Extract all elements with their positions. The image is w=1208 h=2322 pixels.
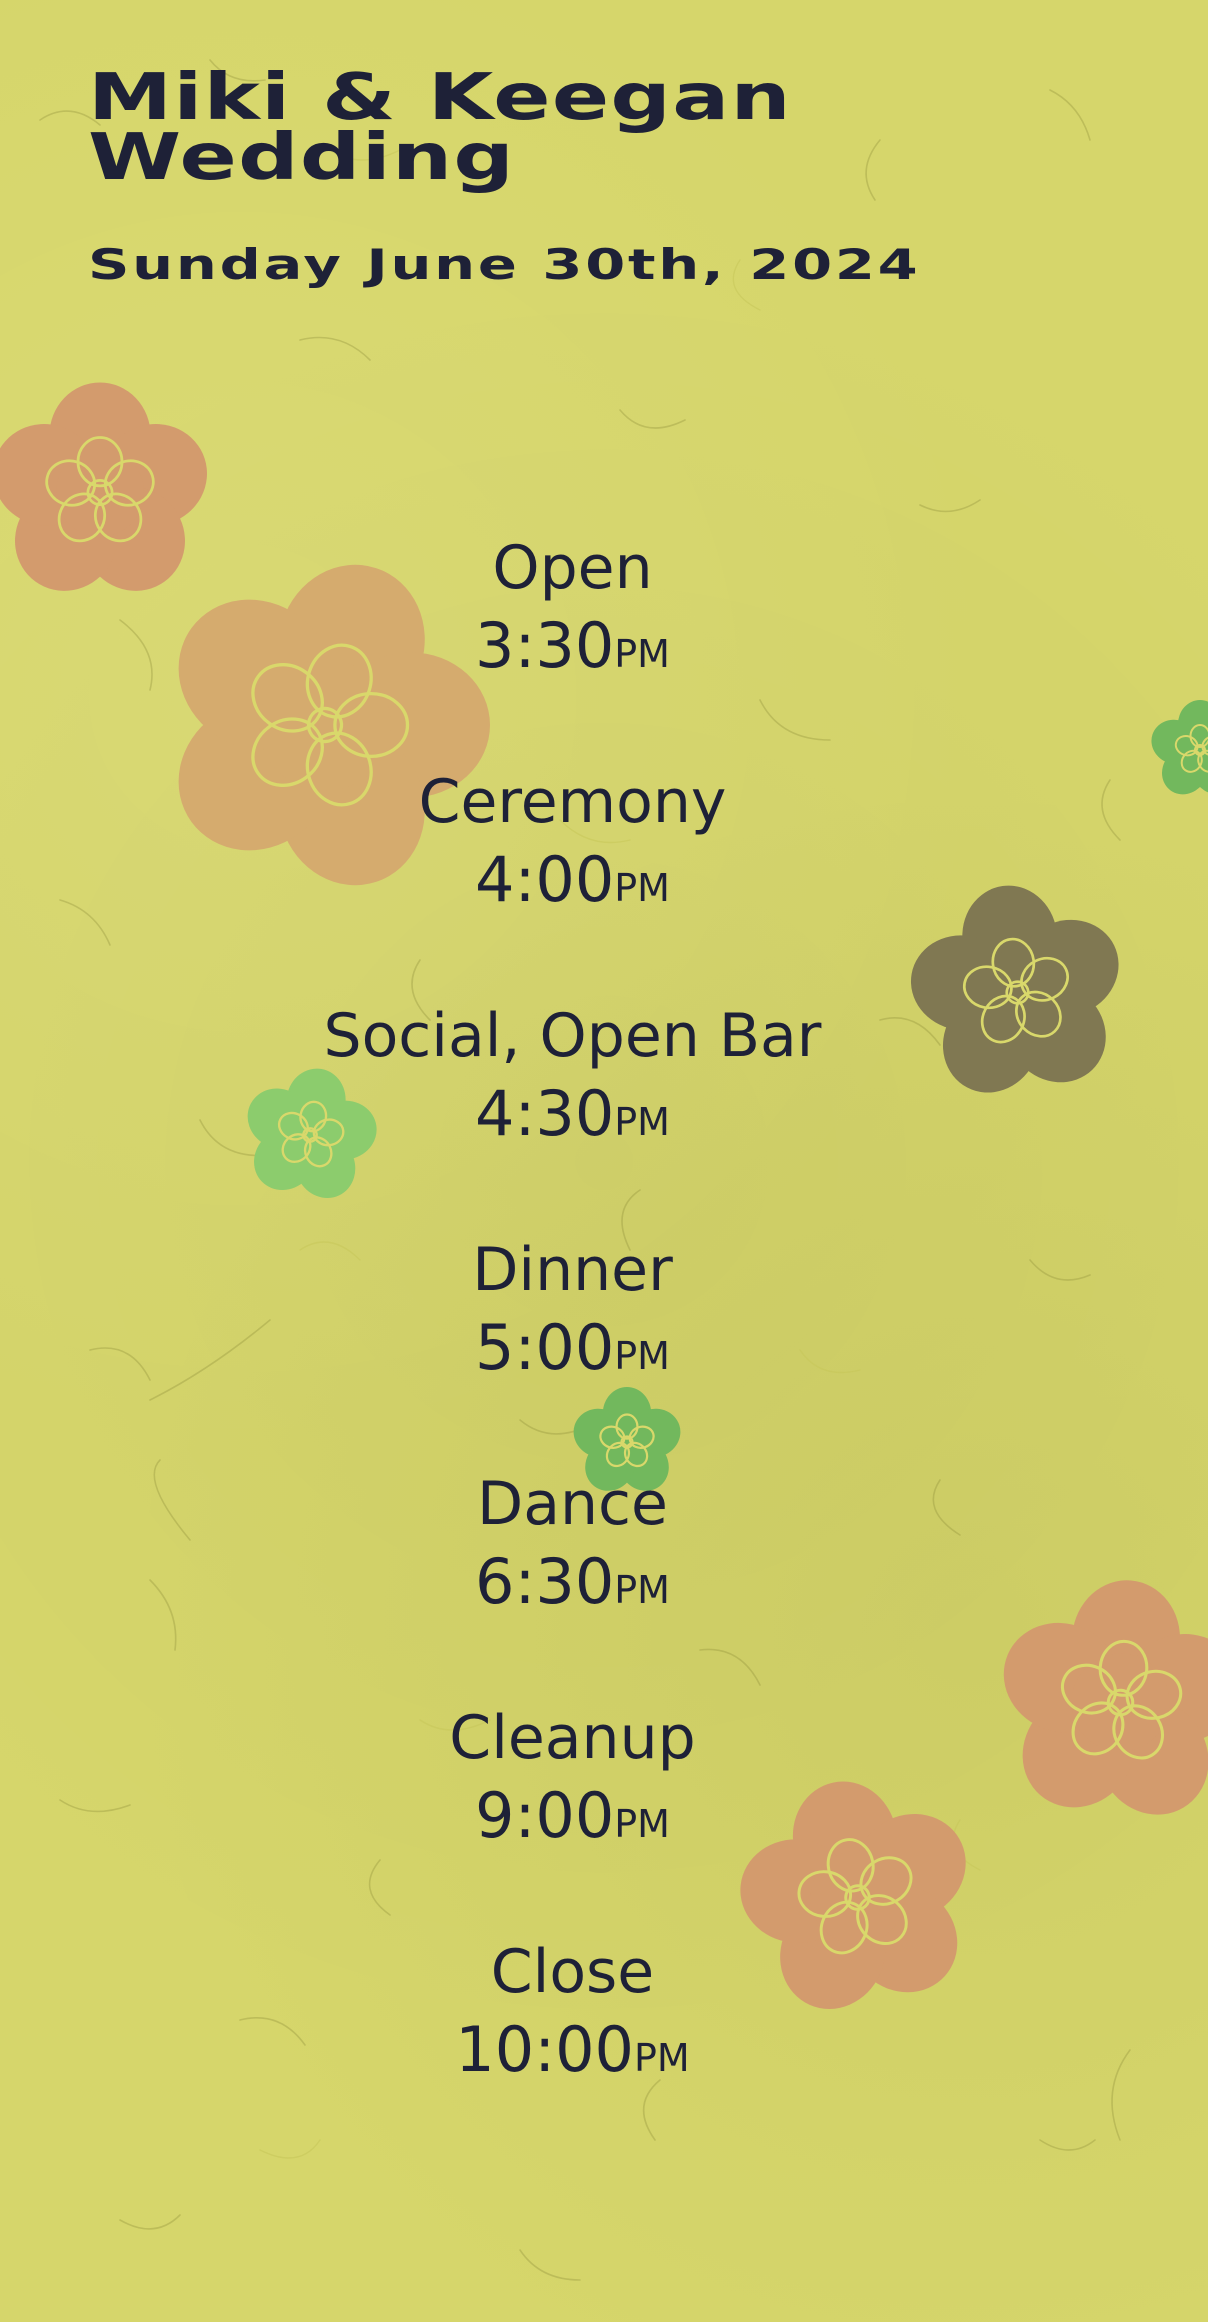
- schedule-item: Dinner 5:00PM: [0, 1232, 1145, 1466]
- schedule-item: Ceremony 4:00PM: [0, 764, 1145, 998]
- ampm-label: PM: [614, 632, 670, 676]
- event-name: Cleanup: [449, 1703, 696, 1773]
- ampm-label: PM: [614, 1100, 670, 1144]
- flower-icon: [1151, 700, 1208, 795]
- event-name: Social, Open Bar: [323, 1001, 822, 1071]
- ampm-label: PM: [633, 2036, 690, 2080]
- ampm-label: PM: [614, 866, 670, 910]
- ampm-label: PM: [614, 1802, 670, 1846]
- schedule-item: Close 10:00PM: [0, 1934, 1145, 2168]
- event-time: 10:00PM: [455, 2013, 690, 2086]
- event-time: 3:30PM: [475, 609, 670, 682]
- ampm-label: PM: [614, 1568, 670, 1612]
- event-time: 4:00PM: [475, 843, 670, 916]
- schedule-item: Social, Open Bar 4:30PM: [0, 998, 1145, 1232]
- schedule-item: Dance 6:30PM: [0, 1466, 1145, 1700]
- event-time: 6:30PM: [475, 1545, 670, 1618]
- ampm-label: PM: [614, 1334, 670, 1378]
- schedule-item: Open 3:30PM: [0, 530, 1145, 764]
- event-name: Ceremony: [418, 767, 727, 837]
- schedule-list: Open 3:30PM Ceremony 4:00PM Social, Open…: [0, 530, 1145, 2168]
- page-title: Miki & Keegan Wedding: [88, 61, 793, 195]
- event-name: Dinner: [472, 1235, 673, 1305]
- event-date: Sunday June 30th, 2024: [88, 240, 921, 289]
- event-time: 9:00PM: [475, 1779, 670, 1852]
- event-time: 4:30PM: [475, 1077, 670, 1150]
- schedule-item: Cleanup 9:00PM: [0, 1700, 1145, 1934]
- event-name: Dance: [477, 1469, 668, 1539]
- event-name: Open: [492, 533, 653, 603]
- event-name: Close: [490, 1937, 655, 2007]
- event-time: 5:00PM: [475, 1311, 670, 1384]
